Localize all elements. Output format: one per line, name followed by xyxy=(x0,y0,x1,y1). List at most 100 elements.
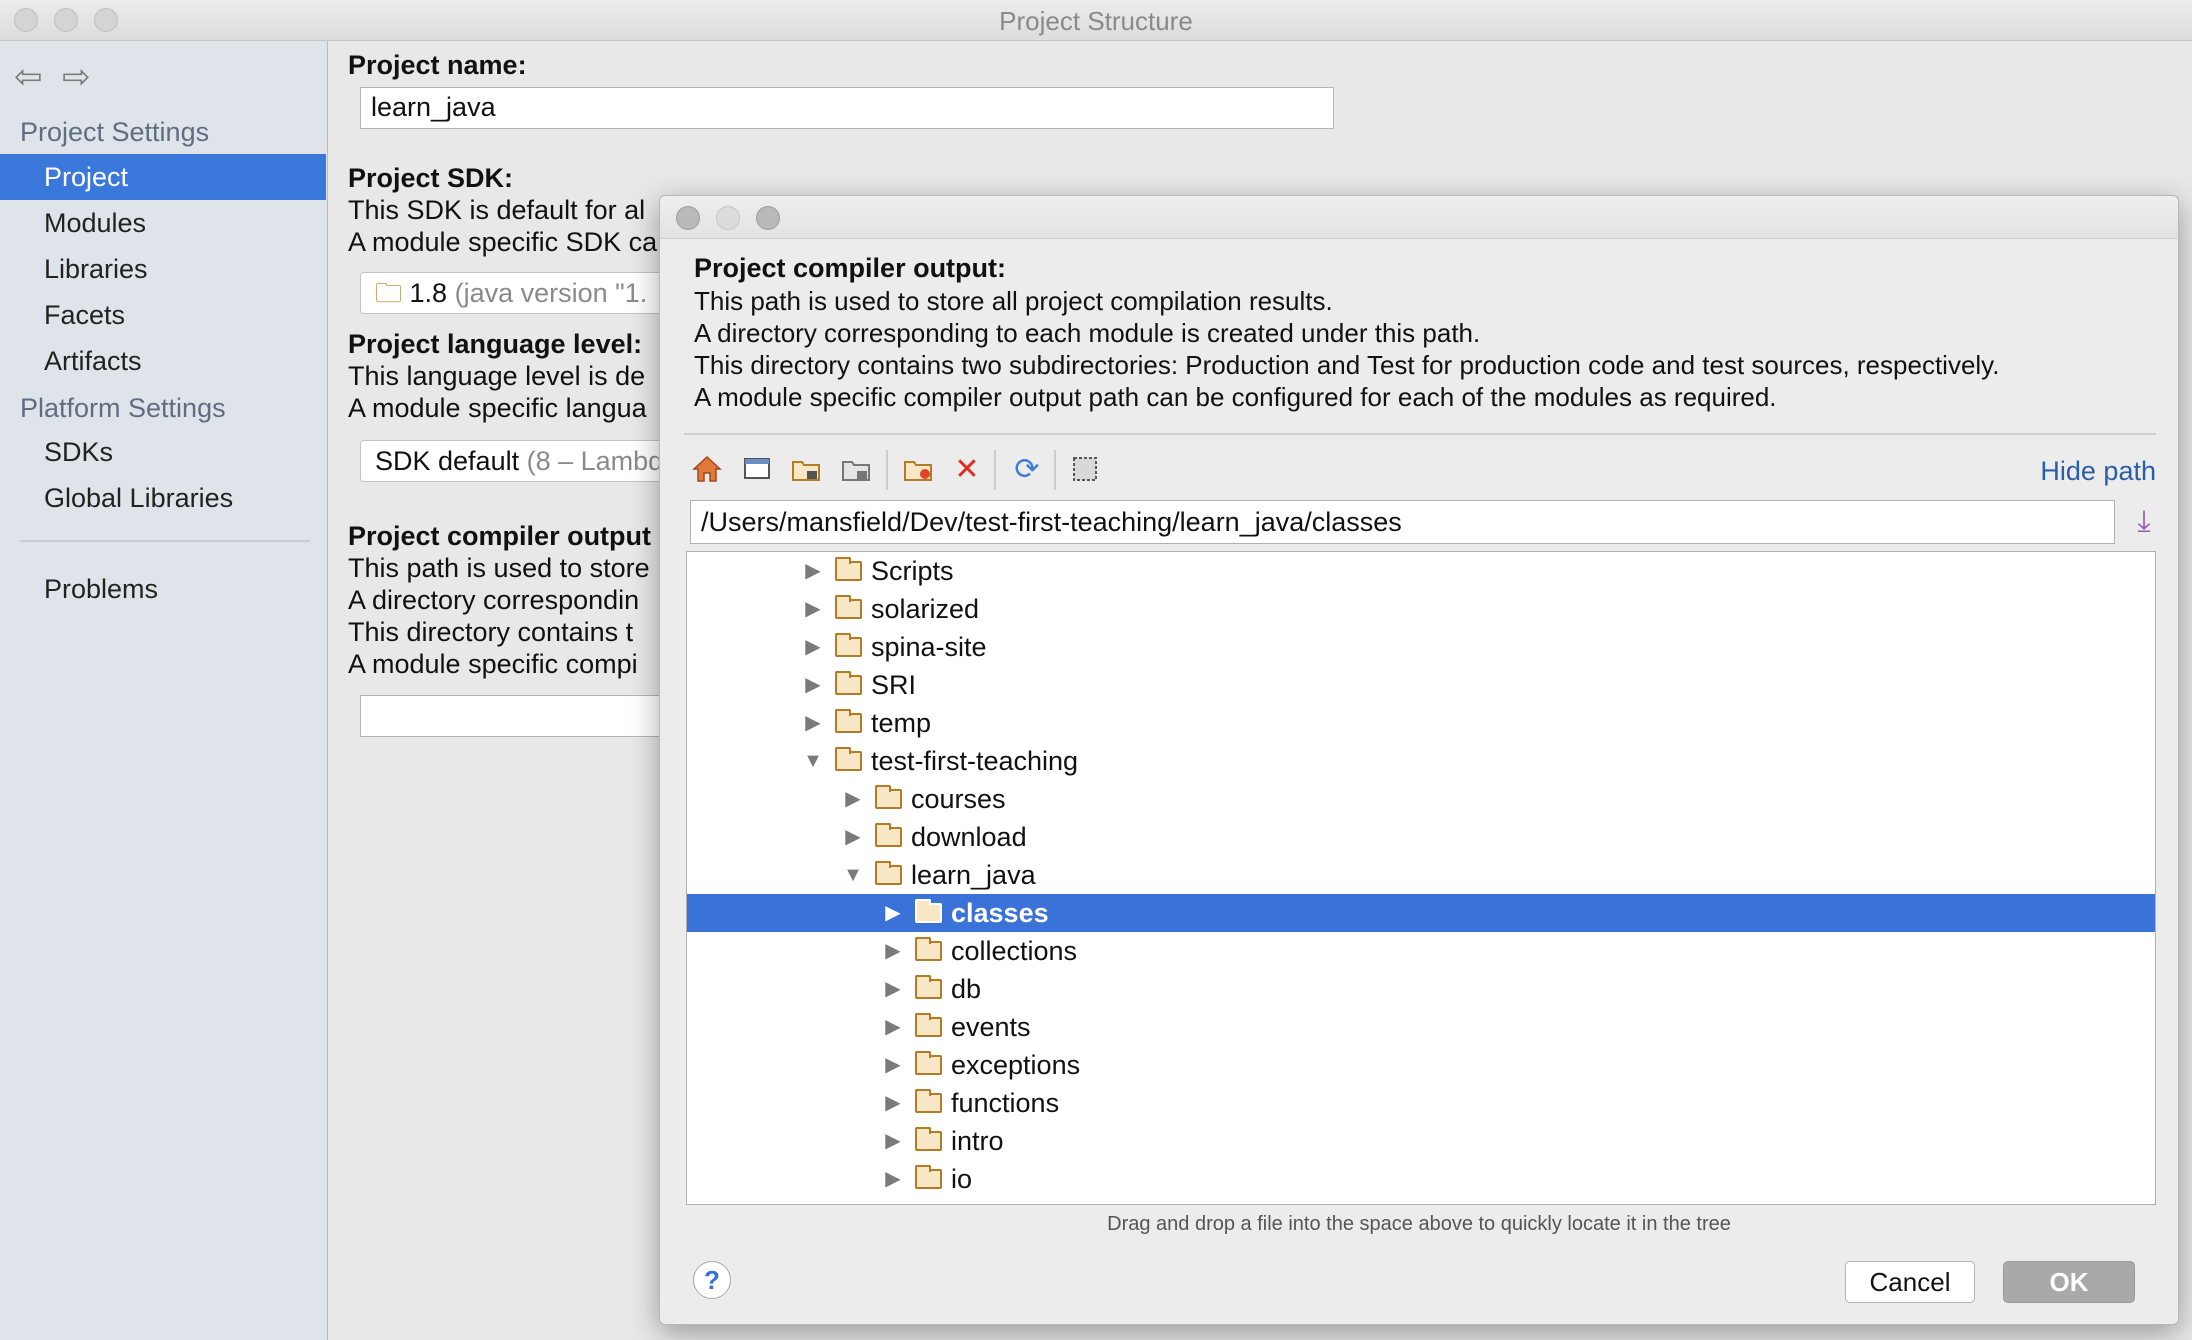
refresh-icon[interactable]: ⟳ xyxy=(1006,448,1048,490)
tree-row-label: collections xyxy=(951,936,1078,966)
tree-row[interactable]: ▶ Scripts xyxy=(687,552,2155,590)
expand-arrow-icon[interactable]: ▶ xyxy=(841,780,865,818)
sidebar-item-problems[interactable]: Problems xyxy=(0,566,326,612)
tree-row-label: learn_java xyxy=(911,860,1036,890)
help-button[interactable]: ? xyxy=(693,1261,731,1299)
tree-row-label: SRI xyxy=(871,670,917,700)
tree-row[interactable]: ▶ db xyxy=(687,970,2155,1008)
expand-arrow-icon[interactable]: ▶ xyxy=(881,970,905,1008)
tree-row[interactable]: ▶ download xyxy=(687,818,2155,856)
language-level-select[interactable]: SDK default (8 – Lambd xyxy=(360,440,690,482)
compiler-output-input[interactable] xyxy=(360,695,690,737)
home-icon[interactable] xyxy=(686,448,728,490)
expand-arrow-icon[interactable]: ▶ xyxy=(881,1084,905,1122)
sidebar-item-artifacts[interactable]: Artifacts xyxy=(0,338,326,384)
dialog-zoom-button[interactable] xyxy=(756,206,780,230)
tree-row[interactable]: ▶ io xyxy=(687,1160,2155,1198)
hide-path-link[interactable]: Hide path xyxy=(2040,456,2156,487)
project-sdk-label: Project SDK: xyxy=(348,163,514,193)
tree-row[interactable]: ▶ SRI xyxy=(687,666,2155,704)
tree-row-label: Scripts xyxy=(871,556,954,586)
cancel-button[interactable]: Cancel xyxy=(1845,1261,1975,1303)
expand-arrow-icon[interactable]: ▶ xyxy=(801,666,825,704)
language-level-value: SDK default xyxy=(375,446,520,476)
dialog-close-button[interactable] xyxy=(676,206,700,230)
sidebar-item-project[interactable]: Project xyxy=(0,154,326,200)
tree-row-label: spina-site xyxy=(871,632,987,662)
expand-arrow-icon[interactable]: ▶ xyxy=(801,590,825,628)
tree-row[interactable]: ▶ exceptions xyxy=(687,1046,2155,1084)
tree-row[interactable]: ▶ solarized xyxy=(687,590,2155,628)
language-level-label: Project language level: xyxy=(348,329,643,359)
expand-arrow-icon[interactable]: ▶ xyxy=(881,932,905,970)
folder-icon xyxy=(835,633,862,657)
project-name-input[interactable]: learn_java xyxy=(360,87,1334,129)
tree-row-label: exceptions xyxy=(951,1050,1081,1080)
tree-row[interactable]: ▶ functions xyxy=(687,1084,2155,1122)
collapse-arrow-icon[interactable]: ▼ xyxy=(841,856,865,894)
dialog-titlebar xyxy=(660,196,2178,239)
tree-row[interactable]: ▶ courses xyxy=(687,780,2155,818)
tree-row-label: download xyxy=(911,822,1027,852)
dialog-minimize-button[interactable] xyxy=(716,206,740,230)
folder-icon xyxy=(875,785,902,809)
sidebar: ⇦ ⇨ Project Settings Project Modules Lib… xyxy=(0,41,328,1340)
collapse-arrow-icon[interactable]: ▼ xyxy=(801,742,825,780)
expand-arrow-icon[interactable]: ▶ xyxy=(841,818,865,856)
expand-arrow-icon[interactable]: ▶ xyxy=(801,704,825,742)
tree-row-label: classes xyxy=(951,898,1049,928)
show-hidden-icon[interactable] xyxy=(1064,448,1106,490)
folder-icon xyxy=(875,861,902,885)
expand-arrow-icon[interactable]: ▶ xyxy=(881,1122,905,1160)
language-level-detail: (8 – Lambd xyxy=(526,446,664,476)
tree-row[interactable]: ▶ intro xyxy=(687,1122,2155,1160)
download-path-icon[interactable]: ⤓ xyxy=(2126,504,2162,540)
expand-arrow-icon[interactable]: ▶ xyxy=(881,1160,905,1198)
ok-button[interactable]: OK xyxy=(2003,1261,2135,1303)
dialog-description-line1: This path is used to store all project c… xyxy=(694,286,1333,316)
folder-icon xyxy=(835,747,862,771)
sidebar-item-global-libraries[interactable]: Global Libraries xyxy=(0,475,326,521)
sidebar-item-sdks[interactable]: SDKs xyxy=(0,429,326,475)
tree-row[interactable]: ▼ learn_java xyxy=(687,856,2155,894)
sdk-description-line2: A module specific SDK ca xyxy=(348,227,658,257)
sdk-select-version: (java version "1. xyxy=(454,278,648,308)
toolbar-divider xyxy=(1054,450,1056,490)
compiler-output-dialog: Project compiler output: This path is us… xyxy=(659,195,2179,1325)
language-description-line1: This language level is de xyxy=(348,361,646,391)
folder-icon xyxy=(835,595,862,619)
arrow-right-icon[interactable]: ⇨ xyxy=(62,57,91,97)
compiler-description-line3: This directory contains t xyxy=(348,617,634,647)
tree-row[interactable]: ▶ events xyxy=(687,1008,2155,1046)
chooser-toolbar: ✕ ⟳ Hide path xyxy=(684,442,2156,498)
folder-icon xyxy=(915,1089,942,1113)
new-folder-icon[interactable] xyxy=(898,448,940,490)
expand-arrow-icon[interactable]: ▶ xyxy=(881,894,905,932)
tree-row[interactable]: ▶ spina-site xyxy=(687,628,2155,666)
sdk-select[interactable]: 🗀 1.8 (java version "1. xyxy=(360,272,690,314)
compiler-description-line1: This path is used to store xyxy=(348,553,650,583)
sidebar-item-modules[interactable]: Modules xyxy=(0,200,326,246)
desktop-icon[interactable] xyxy=(736,448,778,490)
tree-row[interactable]: ▶ collections xyxy=(687,932,2155,970)
tree-row[interactable]: ▼ test-first-teaching xyxy=(687,742,2155,780)
expand-arrow-icon[interactable]: ▶ xyxy=(801,628,825,666)
sidebar-item-facets[interactable]: Facets xyxy=(0,292,326,338)
dialog-description-line3: This directory contains two subdirectori… xyxy=(694,350,2000,380)
directory-tree[interactable]: ▶ Scripts ▶ solarized ▶ spina-site ▶ SRI… xyxy=(686,551,2156,1205)
sidebar-item-libraries[interactable]: Libraries xyxy=(0,246,326,292)
tree-row-label: db xyxy=(951,974,982,1004)
toolbar-divider xyxy=(886,450,888,490)
expand-arrow-icon[interactable]: ▶ xyxy=(801,552,825,590)
tree-row[interactable]: ▶ temp xyxy=(687,704,2155,742)
expand-arrow-icon[interactable]: ▶ xyxy=(881,1046,905,1084)
module-folder-icon[interactable] xyxy=(836,448,878,490)
project-folder-icon[interactable] xyxy=(786,448,828,490)
tree-row-selected[interactable]: ▶ classes xyxy=(687,894,2155,932)
sdk-select-value: 1.8 xyxy=(409,278,448,308)
expand-arrow-icon[interactable]: ▶ xyxy=(881,1008,905,1046)
delete-icon[interactable]: ✕ xyxy=(946,448,988,490)
arrow-left-icon[interactable]: ⇦ xyxy=(14,57,43,97)
path-input[interactable]: /Users/mansfield/Dev/test-first-teaching… xyxy=(690,500,2115,544)
folder-icon xyxy=(915,1013,942,1037)
